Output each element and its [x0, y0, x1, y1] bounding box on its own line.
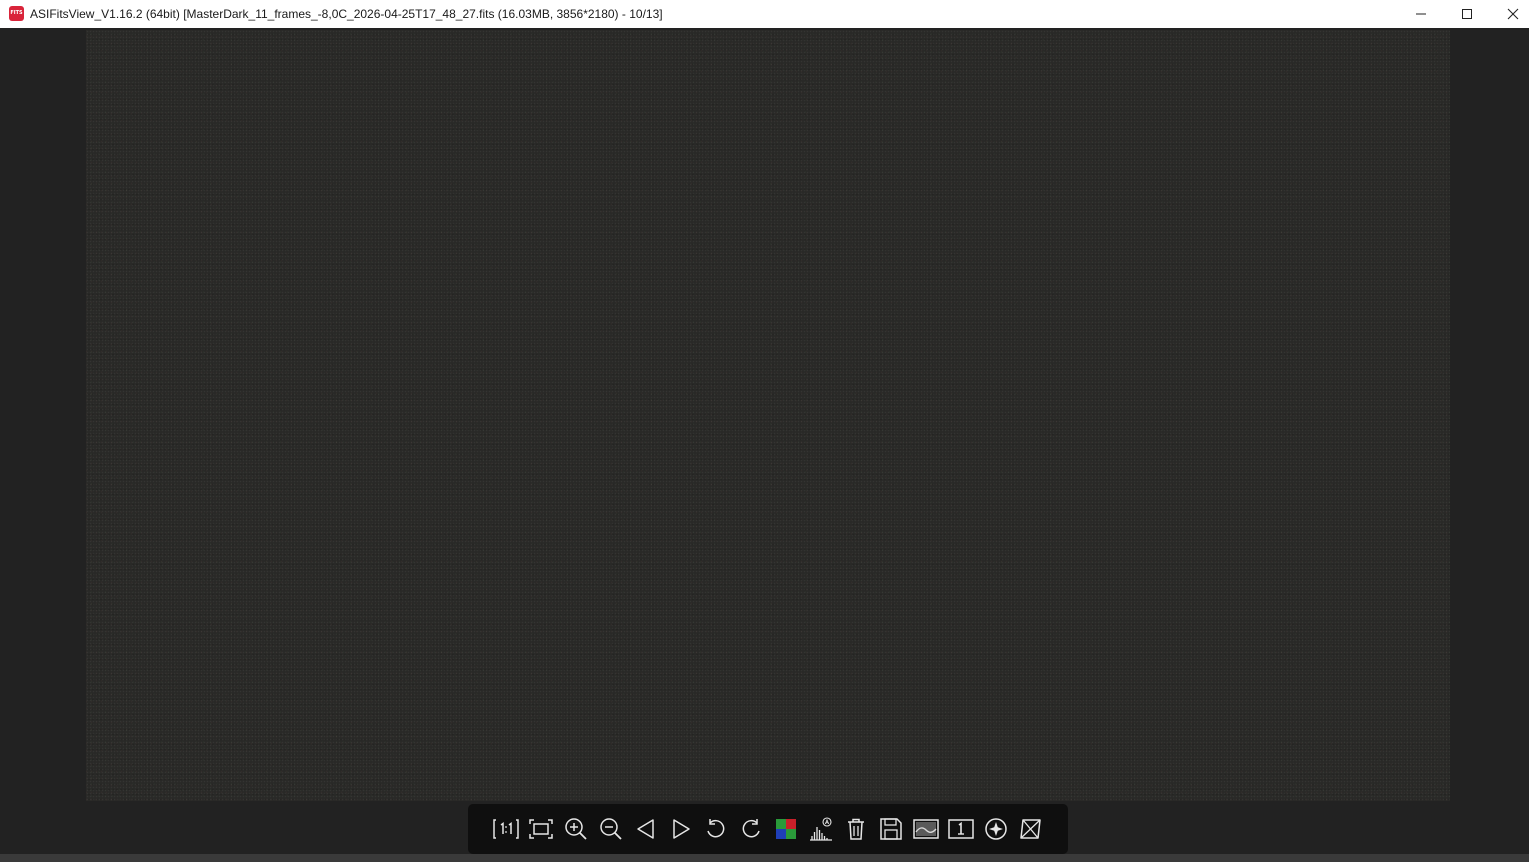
window-bottom-edge	[0, 854, 1529, 862]
auto-stretch-button[interactable]	[803, 812, 838, 847]
bottom-toolbar	[468, 804, 1068, 854]
maximize-icon	[1462, 9, 1472, 19]
fit-window-icon	[528, 819, 553, 839]
close-icon	[1507, 8, 1519, 20]
maximize-button[interactable]	[1444, 0, 1490, 28]
zoom-in-button[interactable]	[558, 812, 593, 847]
window-title: ASIFitsView_V1.16.2 (64bit) [MasterDark_…	[30, 7, 663, 21]
rotate-left-icon	[706, 819, 724, 838]
actual-size-button[interactable]	[488, 812, 523, 847]
zoom-out-icon	[599, 818, 622, 840]
zoom-out-button[interactable]	[593, 812, 628, 847]
debayer-button[interactable]	[768, 812, 803, 847]
single-frame-button[interactable]	[943, 812, 978, 847]
rotate-right-button[interactable]	[733, 812, 768, 847]
image-preview-icon	[912, 819, 939, 839]
close-button[interactable]	[1490, 0, 1529, 28]
delete-button[interactable]	[838, 812, 873, 847]
fit-window-button[interactable]	[523, 812, 558, 847]
flip-icon	[1019, 819, 1041, 839]
minimize-icon	[1416, 13, 1426, 15]
star-detect-icon	[984, 818, 1007, 840]
single-frame-icon	[947, 819, 974, 839]
minimize-button[interactable]	[1398, 0, 1444, 28]
previous-icon	[636, 819, 654, 839]
title-bar[interactable]: FITS ASIFitsView_V1.16.2 (64bit) [Master…	[0, 0, 1529, 28]
actual-size-icon	[492, 819, 519, 839]
next-icon	[672, 819, 690, 839]
app-icon: FITS	[9, 6, 24, 21]
previous-button[interactable]	[628, 812, 663, 847]
auto-stretch-histogram-icon	[809, 817, 832, 841]
star-detect-button[interactable]	[978, 812, 1013, 847]
next-button[interactable]	[663, 812, 698, 847]
app-icon-text: FITS	[10, 10, 23, 16]
save-icon	[879, 818, 902, 840]
rotate-left-button[interactable]	[698, 812, 733, 847]
flip-button[interactable]	[1013, 812, 1048, 847]
debayer-icon	[775, 819, 796, 839]
fits-image[interactable]	[86, 30, 1450, 801]
rotate-right-icon	[742, 819, 760, 838]
save-button[interactable]	[873, 812, 908, 847]
delete-icon	[847, 818, 864, 840]
app-window: FITS ASIFitsView_V1.16.2 (64bit) [Master…	[0, 0, 1529, 862]
zoom-in-icon	[564, 818, 587, 840]
image-viewer	[0, 28, 1529, 854]
image-preview-button[interactable]	[908, 812, 943, 847]
